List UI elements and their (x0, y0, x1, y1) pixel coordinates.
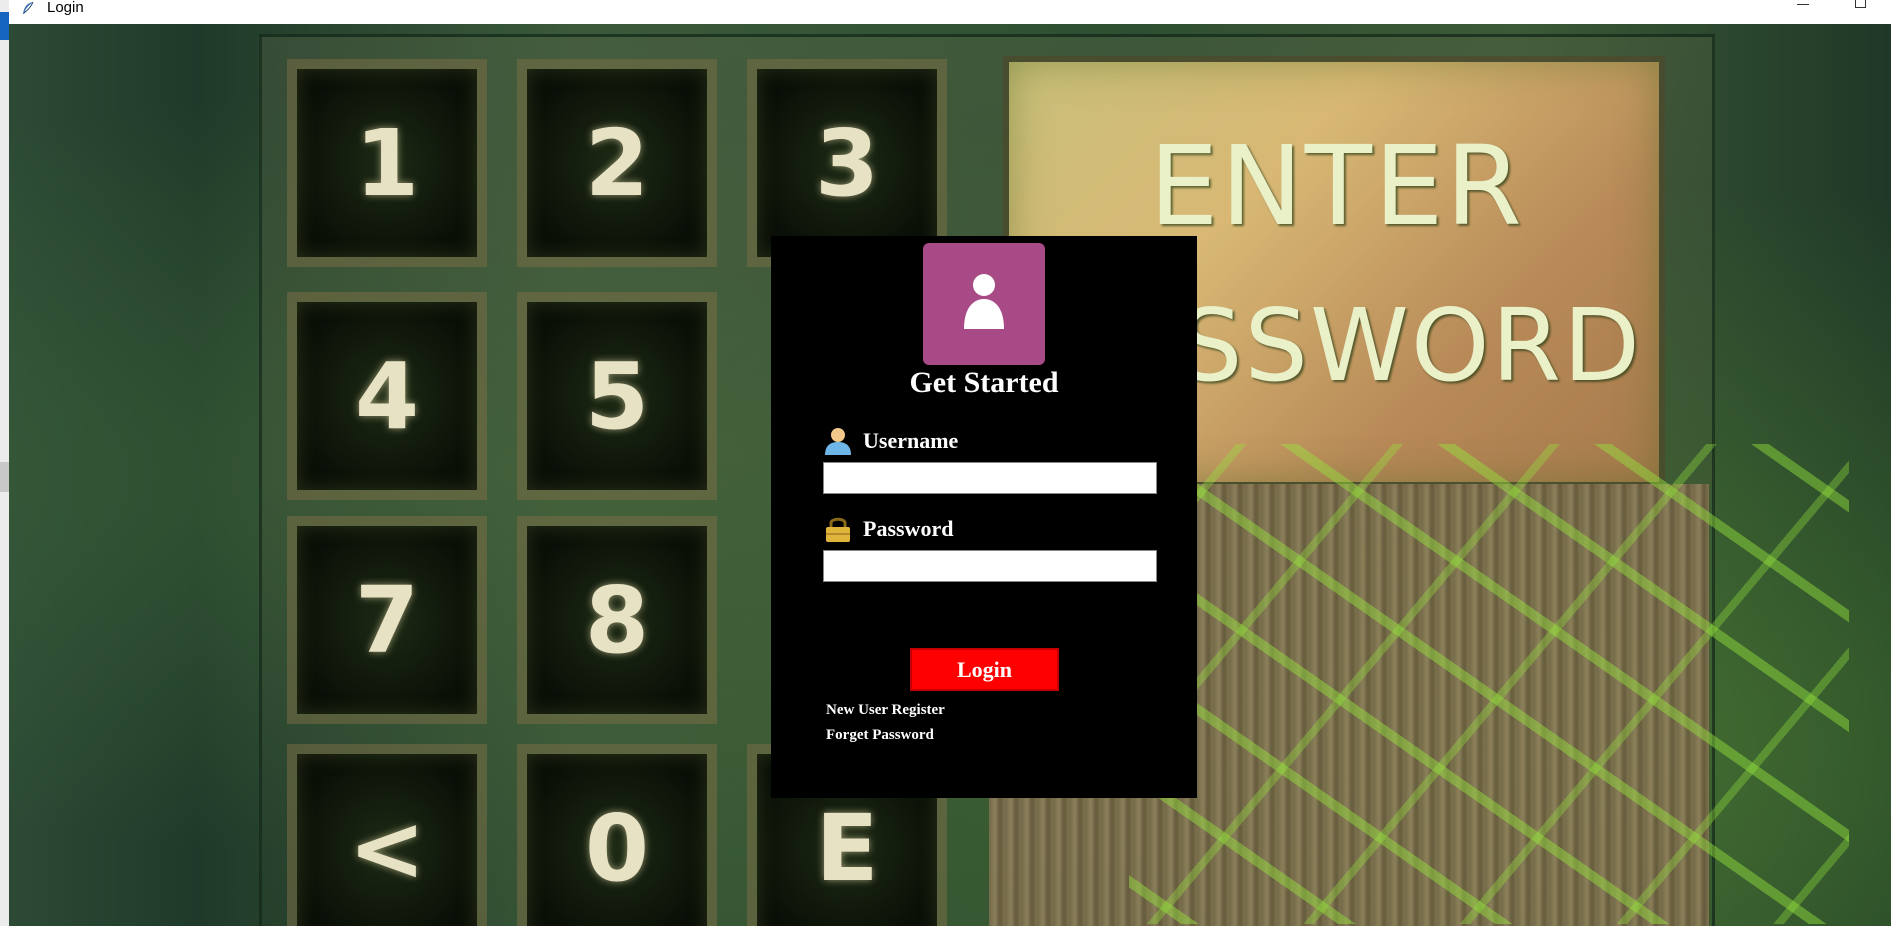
username-input[interactable] (823, 462, 1157, 494)
keypad-key: 2 (527, 69, 707, 257)
username-label-row: Username (823, 426, 958, 456)
sign-word-password: SSWORD (1179, 287, 1643, 404)
background-window-strip (0, 0, 9, 926)
keypad-key: < (297, 754, 477, 926)
password-label-row: Password (823, 514, 953, 544)
background-window-edge (0, 462, 9, 492)
keypad-key: 4 (297, 302, 477, 490)
minimize-icon (1797, 4, 1809, 5)
login-button[interactable]: Login (910, 648, 1059, 691)
maximize-icon (1855, 0, 1866, 8)
title-bar[interactable]: Login (9, 0, 1891, 24)
keypad-key: 3 (757, 69, 937, 257)
lock-icon (826, 517, 850, 542)
password-label: Password (863, 516, 954, 541)
page-title: Get Started (909, 366, 1059, 399)
keypad-key: 5 (527, 302, 707, 490)
avatar (923, 243, 1045, 365)
password-input[interactable] (823, 550, 1157, 582)
keypad-key: 0 (527, 754, 707, 926)
circuit-overlay (1129, 444, 1849, 924)
register-link[interactable]: New User Register (826, 702, 945, 719)
keypad-key: 8 (527, 526, 707, 714)
login-card: Get Started Username Password Login New … (771, 236, 1197, 798)
taskbar-accent (0, 12, 9, 40)
user-icon (825, 428, 851, 455)
sign-word-enter: ENTER (1149, 122, 1524, 250)
maximize-button[interactable] (1833, 0, 1891, 24)
username-label: Username (863, 428, 959, 453)
user-icon (964, 274, 1004, 329)
keypad-key: 1 (297, 69, 477, 257)
keypad-key: 7 (297, 526, 477, 714)
forgot-password-link[interactable]: Forget Password (826, 727, 934, 744)
window-title: Login (47, 0, 84, 16)
feather-icon (23, 1, 34, 14)
minimize-button[interactable] (1775, 0, 1833, 24)
